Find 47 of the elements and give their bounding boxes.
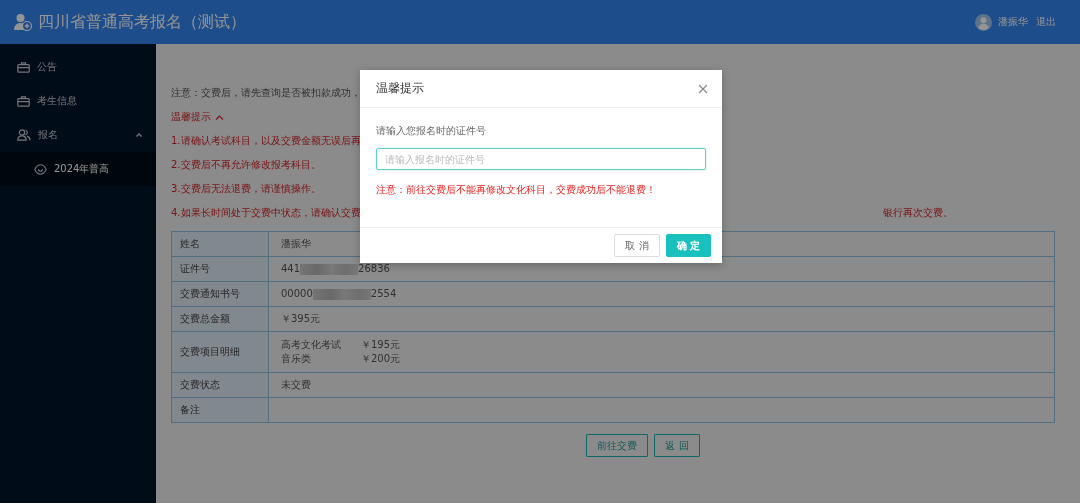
briefcase-icon [17, 95, 30, 107]
tip-text: 4.如果长时间处于交费中状态，请确认交费 [171, 207, 361, 218]
table-label: 备注 [171, 397, 269, 423]
fee-item-name: 高考文化考试 [281, 338, 342, 352]
id-number-field[interactable]: 请输入报名时的证件号 [376, 148, 706, 170]
table-label: 交费项目明细 [171, 331, 269, 373]
users-icon [17, 129, 31, 141]
table-label: 交费状态 [171, 372, 269, 398]
cancel-button[interactable]: 取 消 [614, 234, 660, 257]
close-icon[interactable] [698, 83, 708, 94]
app-title: 四川省普通高考报名（测试） [38, 11, 247, 33]
tip-text: 1.请确认考试科目，以及交费金额无误后再 [171, 135, 361, 146]
table-label: 证件号 [171, 256, 269, 282]
table-label: 姓名 [171, 231, 269, 257]
back-button[interactable]: 返 回 [654, 434, 700, 457]
table-label: 交费总金额 [171, 306, 269, 332]
redaction-mark [300, 263, 359, 275]
table-cell: ￥395元 [268, 306, 1055, 332]
table-label: 交费通知书号 [171, 281, 269, 307]
table-cell: 未交费 [268, 372, 1055, 398]
tip-text: 3.交费后无法退费，请谨慎操作。 [171, 183, 321, 194]
tips-toggle[interactable]: 温馨提示 [171, 105, 224, 129]
fee-item-amount: ￥200元 [361, 352, 401, 366]
logout-link[interactable]: 退出 [1036, 15, 1056, 29]
sidebar-item[interactable]: 报名 [0, 118, 156, 152]
table-cell: 26836 [358, 263, 390, 275]
briefcase-icon [17, 61, 30, 73]
pay-button[interactable]: 前往交费 [586, 434, 649, 457]
redaction-mark [312, 288, 371, 300]
notice-text: 注意：交费后，请先查询是否被扣款成功， [171, 87, 361, 98]
sidebar-item[interactable]: 考生信息 [0, 84, 156, 118]
eye-icon [34, 163, 47, 175]
avatar-icon [975, 13, 992, 31]
dialog-title: 温馨提示 [376, 80, 424, 97]
tip-text: 2.交费后不再允许修改报考科目。 [171, 159, 321, 170]
tip-text: 银行再次交费。 [883, 206, 953, 220]
field-label: 请输入您报名时的证件号 [376, 124, 487, 138]
table-cell: 2554 [370, 288, 397, 300]
fee-item-name: 音乐类 [281, 352, 312, 366]
user-name: 潘振华 [998, 15, 1028, 29]
table-cell: 441 [281, 263, 301, 275]
table-cell: 00000 [281, 288, 313, 300]
logo-icon [14, 13, 32, 31]
fee-item-amount: ￥195元 [361, 338, 401, 352]
sidebar-item[interactable]: 公告 [0, 50, 156, 84]
sidebar-subitem[interactable]: 2024年普高 [0, 152, 156, 186]
warning-text: 注意：前往交费后不能再修改文化科目，交费成功后不能退费！ [376, 183, 657, 197]
